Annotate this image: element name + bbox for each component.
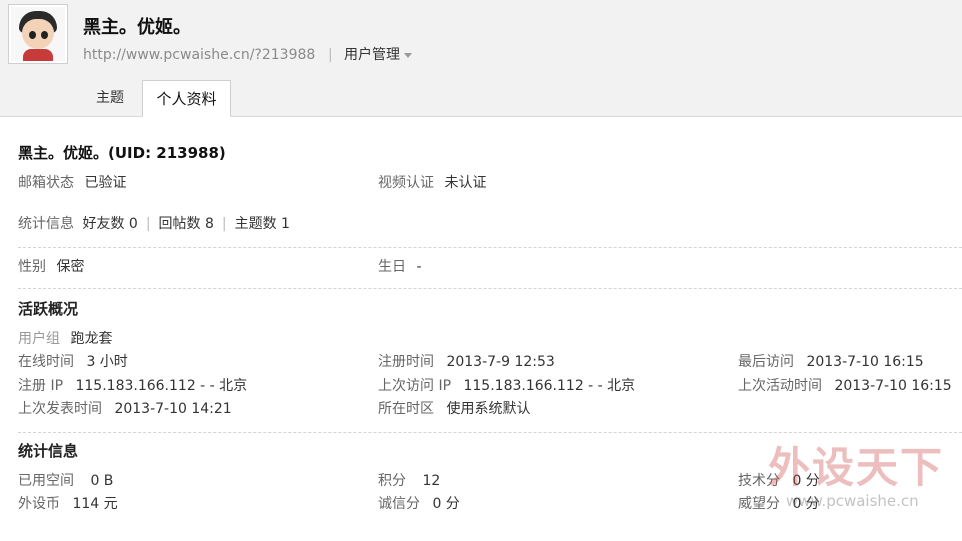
profile-name-uid: 黑主。优姬。(UID: 213988) [18,144,226,162]
email-status-row: 邮箱状态 已验证 [18,174,126,192]
last-active-value: 2013-7-10 16:15 [834,378,952,394]
register-time-label: 注册时间 [378,354,434,370]
last-visit-value: 2013-7-10 16:15 [806,354,924,370]
stats-summary-label: 统计信息 [18,216,74,232]
space-label: 已用空间 [18,473,74,489]
points-row: 积分 12 [378,472,440,490]
birthday-row: 生日 - [378,258,422,276]
timezone-value: 使用系统默认 [446,401,531,417]
coins-value: 114 元 [72,496,118,512]
space-value: 0 B [90,473,114,489]
space-url-link[interactable]: http://www.pcwaishe.cn/?213988 [83,46,315,64]
birthday-value: - [416,259,422,275]
stats-summary-row: 统计信息 好友数 0 | 回帖数 8 | 主题数 1 [18,216,290,232]
tab-profile[interactable]: 个人资料 [142,80,231,117]
watermark-logo-text: 外设天下 [768,443,945,492]
timezone-row: 所在时区 使用系统默认 [378,400,530,418]
user-manage-dropdown[interactable]: 用户管理 [344,46,412,64]
stats-section-title: 统计信息 [18,442,79,460]
friends-count-link[interactable]: 好友数 0 [82,216,137,232]
last-visit-row: 最后访问 2013-7-10 16:15 [738,353,924,371]
online-time-label: 在线时间 [18,354,74,370]
email-status-value: 已验证 [84,175,127,191]
page-title: 黑主。优姬。 [83,17,191,38]
credit-row: 诚信分 0 分 [378,495,460,513]
user-group-row: 用户组 跑龙套 [18,330,112,348]
video-auth-row: 视频认证 未认证 [378,174,486,192]
register-ip-row: 注册 IP 115.183.166.112 - - 北京 [18,377,247,395]
divider [18,432,962,433]
user-group-label: 用户组 [18,331,60,347]
credit-label: 诚信分 [378,496,420,512]
register-ip-label: 注册 IP [18,378,64,394]
avatar-image [11,7,65,61]
divider [18,247,962,248]
register-ip-value: 115.183.166.112 - - 北京 [75,378,248,394]
chevron-down-icon [404,52,412,58]
space-row: 已用空间 0 B [18,472,113,490]
video-auth-value: 未认证 [444,175,487,191]
credit-value: 0 分 [432,496,460,512]
profile-header: 黑主。优姬。 http://www.pcwaishe.cn/?213988 | … [0,0,962,117]
user-group-value[interactable]: 跑龙套 [70,331,112,347]
last-post-row: 上次发表时间 2013-7-10 14:21 [18,400,232,418]
last-post-value: 2013-7-10 14:21 [114,401,232,417]
video-auth-label: 视频认证 [378,175,434,191]
last-active-row: 上次活动时间 2013-7-10 16:15 [738,377,952,395]
gender-label: 性别 [18,259,46,275]
gender-value: 保密 [56,259,85,275]
gender-row: 性别 保密 [18,258,84,276]
register-time-row: 注册时间 2013-7-9 12:53 [378,353,555,371]
topics-count-link[interactable]: 主题数 1 [235,216,290,232]
last-active-label: 上次活动时间 [738,378,822,394]
avatar[interactable] [8,4,68,64]
watermark-url: www.pcwaishe.cn [786,492,919,510]
last-visit-label: 最后访问 [738,354,794,370]
replies-count-link[interactable]: 回帖数 8 [159,216,214,232]
divider [18,288,962,289]
tab-topics[interactable]: 主题 [96,80,124,117]
birthday-label: 生日 [378,259,406,275]
last-post-label: 上次发表时间 [18,401,102,417]
points-value: 12 [422,473,441,489]
site-watermark: 外设天下 www.pcwaishe.cn [768,444,948,524]
last-visit-ip-label: 上次访问 IP [378,378,452,394]
activity-section-title: 活跃概况 [18,300,79,318]
user-manage-label: 用户管理 [344,47,400,63]
last-visit-ip-value: 115.183.166.112 - - 北京 [463,378,636,394]
timezone-label: 所在时区 [378,401,434,417]
separator: | [328,47,333,63]
points-label: 积分 [378,473,406,489]
online-time-value: 3 小时 [86,354,128,370]
coins-row: 外设币 114 元 [18,495,118,513]
coins-label: 外设币 [18,496,60,512]
register-time-value: 2013-7-9 12:53 [446,354,555,370]
email-status-label: 邮箱状态 [18,175,74,191]
last-visit-ip-row: 上次访问 IP 115.183.166.112 - - 北京 [378,377,635,395]
online-time-row: 在线时间 3 小时 [18,353,128,371]
